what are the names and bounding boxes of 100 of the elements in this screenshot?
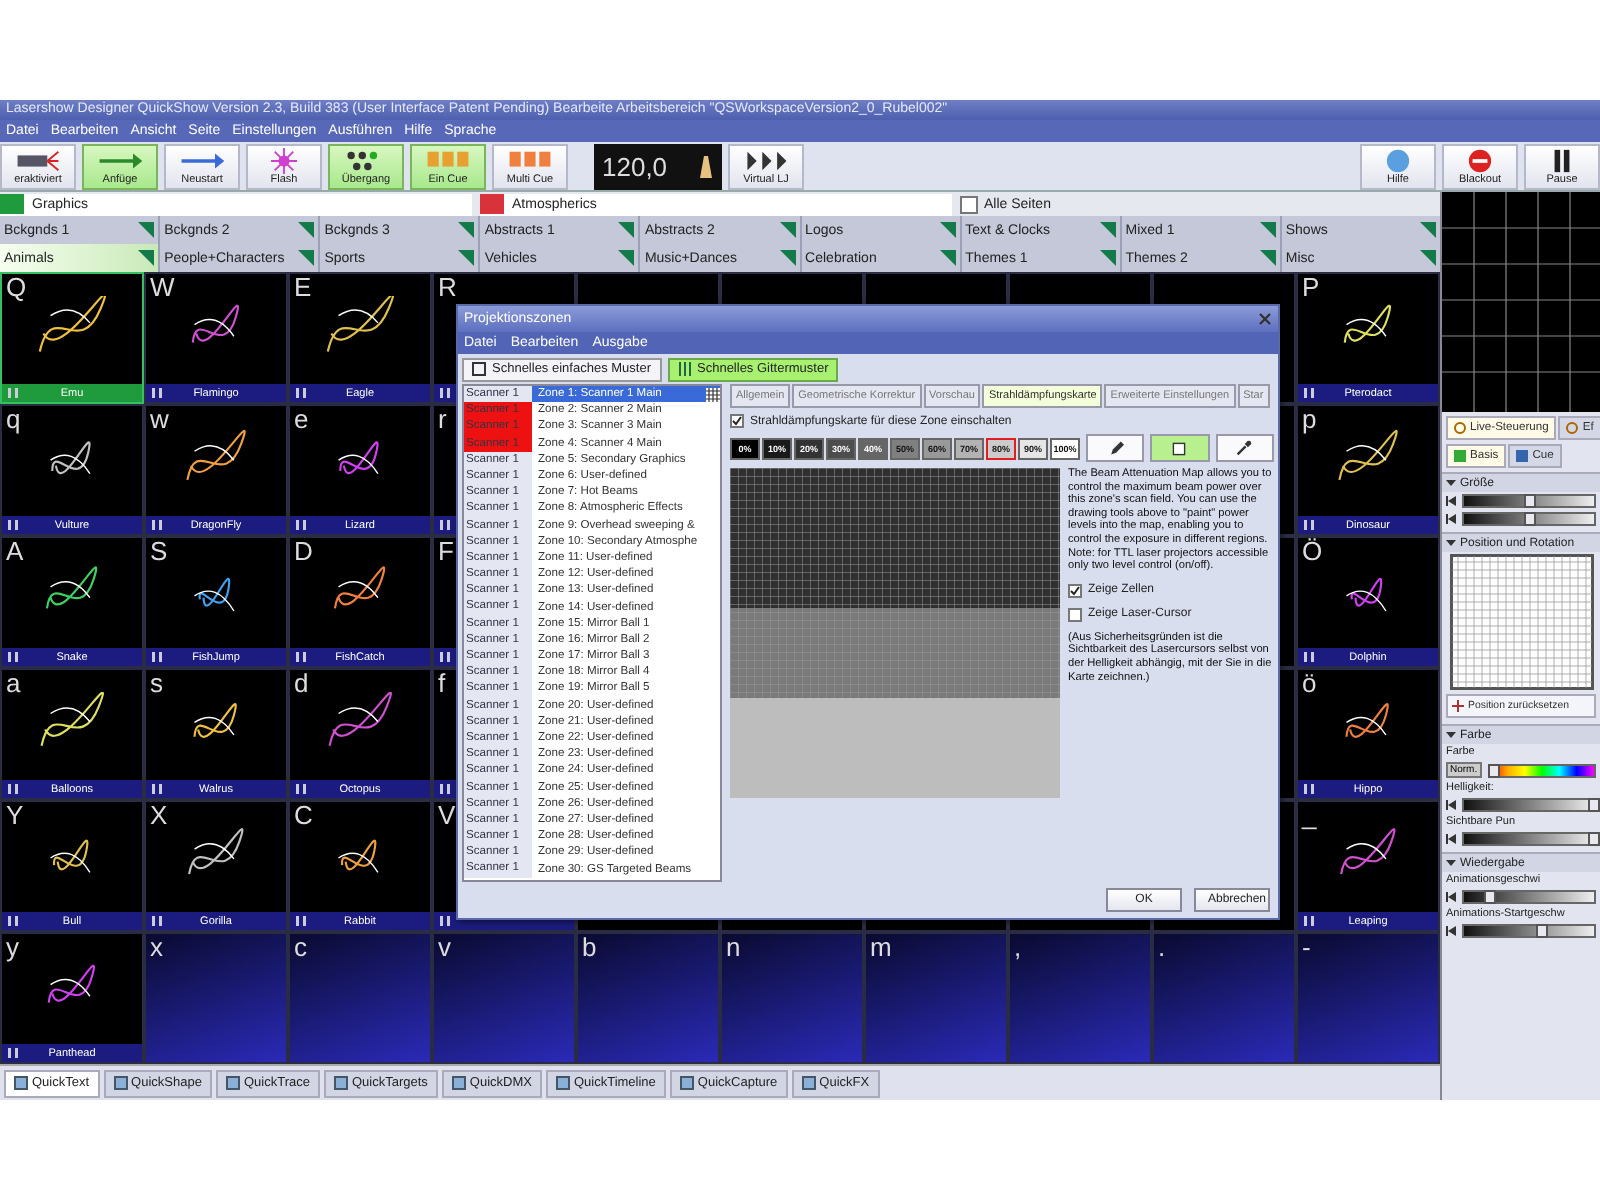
key-letter: P bbox=[1302, 274, 1320, 302]
key-letter: . bbox=[1158, 934, 1166, 962]
tab-icon bbox=[801, 1076, 816, 1090]
key-letter: s bbox=[150, 670, 163, 698]
empty-cue-tile[interactable]: , bbox=[1008, 932, 1152, 1064]
slider-track[interactable] bbox=[1462, 798, 1596, 812]
key-letter: D bbox=[294, 538, 313, 566]
key-letter: V bbox=[438, 802, 456, 830]
empty-cue-tile[interactable]: . bbox=[1152, 932, 1296, 1064]
slider-thumb[interactable] bbox=[1588, 798, 1600, 812]
grip-icon bbox=[8, 916, 18, 926]
slider-thumb[interactable] bbox=[1523, 494, 1535, 508]
checkbox[interactable] bbox=[1068, 607, 1082, 622]
position-pad[interactable] bbox=[1449, 554, 1593, 690]
grip-icon bbox=[1304, 652, 1314, 662]
empty-cue-tile[interactable]: v bbox=[432, 932, 576, 1064]
slider-thumb[interactable] bbox=[1536, 924, 1548, 938]
key-letter: x bbox=[150, 934, 163, 962]
key-letter: f bbox=[438, 670, 446, 698]
grip-icon bbox=[296, 916, 306, 926]
metronome-icon[interactable] bbox=[698, 154, 714, 178]
squares-icon bbox=[422, 147, 474, 173]
slider-track[interactable] bbox=[1462, 924, 1596, 938]
key-letter: p bbox=[1302, 406, 1317, 434]
empty-cue-tile[interactable]: x bbox=[144, 932, 288, 1064]
slider-track[interactable] bbox=[1462, 494, 1596, 508]
keyframe-icon[interactable] bbox=[1446, 800, 1456, 810]
empty-cue-tile[interactable]: b bbox=[576, 932, 720, 1064]
checkbox[interactable] bbox=[960, 195, 978, 213]
key-letter: C bbox=[294, 802, 313, 830]
grip-icon bbox=[440, 520, 450, 530]
grip-icon bbox=[8, 520, 18, 530]
key-letter: R bbox=[438, 274, 457, 302]
key-letter: c bbox=[294, 934, 307, 962]
checkbox[interactable] bbox=[1068, 583, 1082, 598]
pencil-icon bbox=[1107, 440, 1124, 456]
keyframe-icon[interactable] bbox=[1446, 496, 1456, 506]
key-letter: e bbox=[294, 406, 309, 434]
empty-cue-tile[interactable]: c bbox=[288, 932, 432, 1064]
slider-track[interactable] bbox=[1462, 890, 1596, 904]
slider-thumb[interactable] bbox=[1588, 832, 1600, 846]
tab-icon bbox=[1516, 450, 1529, 462]
key-letter: _ bbox=[1302, 802, 1317, 830]
grip-icon bbox=[8, 1048, 18, 1058]
key-letter: Ö bbox=[1302, 538, 1323, 566]
keyframe-icon[interactable] bbox=[1446, 926, 1456, 936]
tab-icon bbox=[679, 1076, 694, 1090]
grip-icon bbox=[152, 652, 162, 662]
tool-button[interactable] bbox=[1215, 434, 1274, 462]
keyframe-icon[interactable] bbox=[1446, 892, 1456, 902]
slider-thumb[interactable] bbox=[1488, 763, 1501, 777]
key-letter: q bbox=[6, 406, 21, 434]
hue-slider-track[interactable] bbox=[1487, 763, 1596, 777]
grip-icon bbox=[152, 520, 162, 530]
grip-icon bbox=[1304, 916, 1314, 926]
grip-icon bbox=[1304, 388, 1314, 398]
key-letter: d bbox=[294, 670, 309, 698]
keyframe-icon[interactable] bbox=[1446, 834, 1456, 844]
slider-track[interactable] bbox=[1462, 832, 1596, 846]
empty-cue-tile[interactable]: m bbox=[864, 932, 1008, 1064]
key-letter: Y bbox=[6, 802, 24, 830]
bpm-value: 120,0 bbox=[602, 151, 668, 181]
keyframe-icon[interactable] bbox=[1446, 514, 1456, 524]
grip-icon bbox=[296, 520, 306, 530]
grip-icon bbox=[440, 916, 450, 926]
key-letter: A bbox=[6, 538, 24, 566]
tool-button[interactable] bbox=[1150, 434, 1210, 462]
tab-icon bbox=[1454, 450, 1466, 462]
grip-icon bbox=[1304, 784, 1314, 794]
tab-icon bbox=[225, 1076, 240, 1090]
square-icon bbox=[472, 362, 486, 376]
grip-icon bbox=[440, 784, 450, 794]
key-letter: - bbox=[1302, 934, 1311, 962]
slider-thumb[interactable] bbox=[1484, 890, 1496, 904]
grip-icon bbox=[8, 388, 18, 398]
key-letter: r bbox=[438, 406, 447, 434]
check-icon bbox=[732, 416, 742, 426]
empty-cue-tile[interactable]: n bbox=[720, 932, 864, 1064]
slider-track[interactable] bbox=[1462, 512, 1596, 526]
checkbox[interactable] bbox=[730, 414, 744, 428]
key-letter: m bbox=[870, 934, 892, 962]
close-icon[interactable] bbox=[1258, 312, 1272, 326]
tool-button[interactable] bbox=[1086, 434, 1145, 462]
grip-icon bbox=[1304, 520, 1314, 530]
slider-thumb[interactable] bbox=[1523, 512, 1535, 526]
tab-icon bbox=[1566, 422, 1579, 434]
key-letter: S bbox=[150, 538, 168, 566]
grip-icon bbox=[8, 784, 18, 794]
empty-cue-tile[interactable]: - bbox=[1296, 932, 1440, 1064]
tab-icon bbox=[333, 1076, 348, 1090]
grip-icon bbox=[8, 652, 18, 662]
key-letter: v bbox=[438, 934, 451, 962]
rectangle-icon bbox=[1172, 441, 1187, 455]
key-letter: w bbox=[150, 406, 169, 434]
squares-icon bbox=[504, 147, 556, 173]
grid-icon bbox=[677, 362, 691, 376]
key-letter: E bbox=[294, 274, 312, 302]
grip-icon bbox=[152, 784, 162, 794]
key-letter: ö bbox=[1302, 670, 1317, 698]
key-letter: F bbox=[438, 538, 454, 566]
